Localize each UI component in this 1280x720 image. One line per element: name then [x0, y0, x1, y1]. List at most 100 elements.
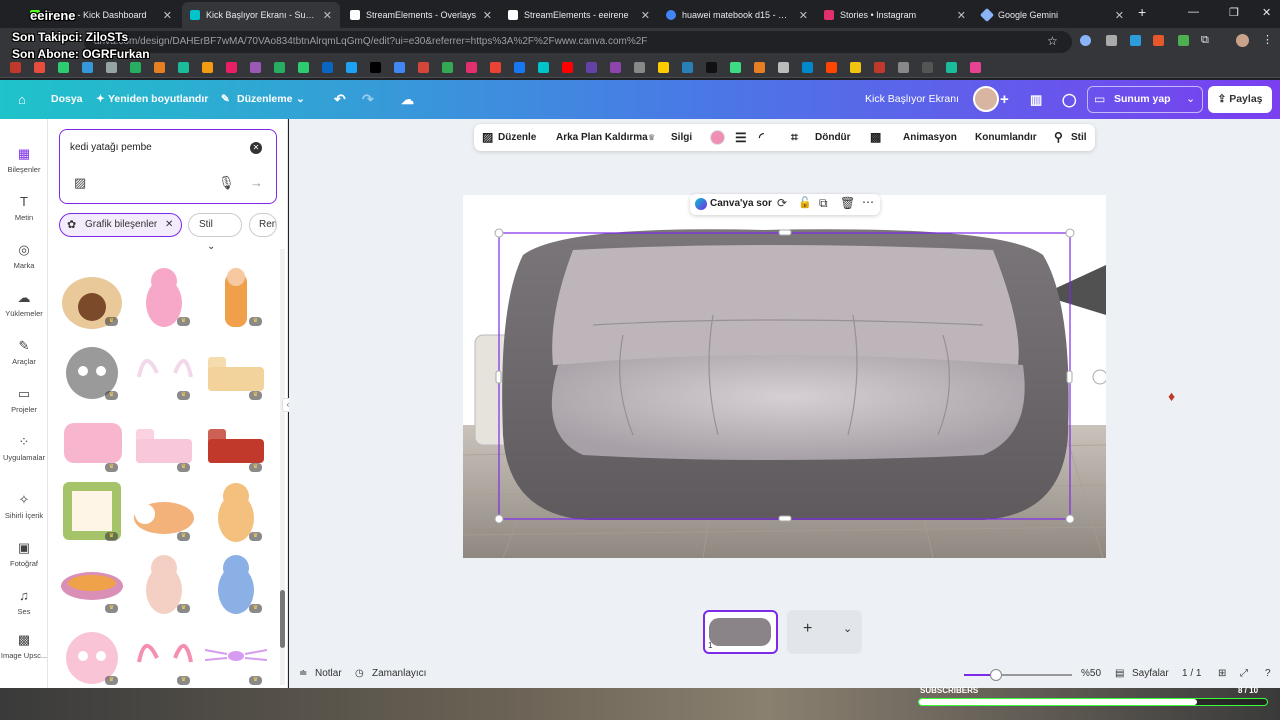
- duplicate-icon[interactable]: ⧉: [819, 196, 828, 211]
- avatar[interactable]: [973, 86, 999, 112]
- corner-rounding-icon[interactable]: ◜: [759, 124, 764, 151]
- cat-frame-thumbnail[interactable]: ♛: [59, 478, 125, 544]
- clear-search-icon[interactable]: ✕: [250, 142, 262, 154]
- bookmark-icon[interactable]: [754, 62, 765, 73]
- design-title[interactable]: Kick Başlıyor Ekranı: [865, 80, 959, 119]
- lock-icon[interactable]: 🔓: [798, 196, 812, 209]
- timer-button[interactable]: Zamanlayıcı: [372, 668, 426, 679]
- rail-item-photo[interactable]: ▣ Fotoğraf: [0, 541, 48, 569]
- bookmark-icon[interactable]: [514, 62, 525, 73]
- close-icon[interactable]: ✕: [957, 9, 966, 22]
- bookmark-icon[interactable]: [154, 62, 165, 73]
- color-swatch[interactable]: [710, 130, 725, 145]
- search-box[interactable]: kedi yatağı pembe ✕ ▨ 🎙 →: [59, 129, 277, 204]
- zoom-slider-handle[interactable]: [990, 669, 1003, 681]
- bookmark-icon[interactable]: [658, 62, 669, 73]
- zoom-percentage[interactable]: %50: [1081, 668, 1101, 679]
- ask-canva-button[interactable]: Canva'ya sor: [710, 198, 772, 209]
- bookmark-icon[interactable]: [466, 62, 477, 73]
- image-search-icon[interactable]: ▨: [74, 175, 86, 191]
- add-collaborator-icon[interactable]: +: [1000, 80, 1009, 119]
- extension-icon[interactable]: [1178, 35, 1189, 46]
- pink-cat-thumbnail[interactable]: ♛: [59, 622, 125, 688]
- home-icon[interactable]: ⌂: [18, 80, 26, 119]
- minimize-icon[interactable]: —: [1188, 6, 1199, 18]
- share-button[interactable]: ⇪ Paylaş: [1208, 86, 1272, 113]
- more-menu-icon[interactable]: ⋮: [1262, 33, 1273, 46]
- notes-button[interactable]: Notlar: [315, 668, 342, 679]
- design-canvas[interactable]: [463, 195, 1106, 558]
- position-button[interactable]: Konumlandır: [975, 124, 1037, 151]
- bookmark-icon[interactable]: [322, 62, 333, 73]
- redo-icon[interactable]: ↷: [362, 80, 374, 119]
- bookmark-icon[interactable]: [610, 62, 621, 73]
- search-input[interactable]: kedi yatağı pembe: [70, 142, 152, 153]
- bookmark-icon[interactable]: [778, 62, 789, 73]
- pages-button[interactable]: Sayfalar: [1132, 668, 1169, 679]
- rail-item-folder[interactable]: ▭ Projeler: [0, 387, 48, 415]
- bookmark-icon[interactable]: [442, 62, 453, 73]
- pajama-cat-thumbnail[interactable]: ♛: [203, 550, 269, 616]
- close-icon[interactable]: ✕: [799, 9, 808, 22]
- headphones-thumbnail[interactable]: ♛: [131, 622, 197, 688]
- chevron-down-icon[interactable]: ⌄: [1186, 92, 1195, 105]
- bookmark-icon[interactable]: [802, 62, 813, 73]
- bookmark-icon[interactable]: [850, 62, 861, 73]
- restore-icon[interactable]: ❐: [1229, 6, 1239, 19]
- bookmark-icon[interactable]: [10, 62, 21, 73]
- bookmark-icon[interactable]: [226, 62, 237, 73]
- bookmark-icon[interactable]: [394, 62, 405, 73]
- tab-streamelements-eeirene[interactable]: StreamElements - eeirene ✕: [500, 4, 658, 26]
- delete-icon[interactable]: 🗑: [840, 196, 855, 210]
- undo-icon[interactable]: ↶: [334, 80, 346, 119]
- color-filter-dropdown[interactable]: Renk: [249, 213, 277, 237]
- wooden-bed-thumbnail[interactable]: ♛: [203, 337, 269, 403]
- profile-avatar[interactable]: [1236, 34, 1249, 47]
- bookmark-icon[interactable]: [274, 62, 285, 73]
- style-button[interactable]: Stil: [1071, 124, 1087, 151]
- transparency-icon[interactable]: ▩: [870, 124, 881, 151]
- refresh-icon[interactable]: ⟳: [777, 196, 787, 210]
- style-filter-dropdown[interactable]: Stil ⌄: [188, 213, 242, 252]
- add-page-button[interactable]: + ⌄: [787, 610, 862, 654]
- address-bar[interactable]: anva.com/design/DAHErBF7wMA/70VAo834tbtn…: [84, 31, 1072, 53]
- remove-chip-icon[interactable]: ✕: [165, 214, 173, 236]
- present-button[interactable]: ▭ Sunum yap ⌄: [1087, 86, 1203, 113]
- rotate-button[interactable]: Döndür: [815, 124, 851, 151]
- pink-leopard-cat-thumbnail[interactable]: ♛: [131, 263, 197, 329]
- cat-hut-thumbnail[interactable]: ♛: [59, 263, 125, 329]
- bookmark-icon[interactable]: [490, 62, 501, 73]
- tab-instagram[interactable]: Stories • Instagram ✕: [816, 4, 974, 26]
- new-tab-button[interactable]: +: [1138, 4, 1146, 20]
- fullscreen-icon[interactable]: ⤢: [1240, 668, 1248, 679]
- bookmark-icon[interactable]: [346, 62, 357, 73]
- extension-icon[interactable]: [1106, 35, 1117, 46]
- bookmark-icon[interactable]: [130, 62, 141, 73]
- bookmark-icon[interactable]: [202, 62, 213, 73]
- bookmark-icon[interactable]: [538, 62, 549, 73]
- bookmark-icon[interactable]: [922, 62, 933, 73]
- close-icon[interactable]: ✕: [1115, 9, 1124, 22]
- rail-item-brand[interactable]: ◎ Marka: [0, 243, 48, 271]
- tab-canva-design[interactable]: Kick Başlıyor Ekranı - Sunum ✕: [182, 2, 340, 28]
- bookmark-icon[interactable]: [58, 62, 69, 73]
- bookmark-icon[interactable]: [298, 62, 309, 73]
- file-menu-button[interactable]: Dosya: [51, 80, 83, 119]
- rail-item-music[interactable]: ♫ Ses: [0, 589, 48, 617]
- background-remover-button[interactable]: Arka Plan Kaldırma: [556, 124, 648, 151]
- close-icon[interactable]: ✕: [323, 9, 332, 22]
- extension-icon[interactable]: [1153, 35, 1164, 46]
- filter-chip-graphics[interactable]: ✿ Grafik bileşenler ✕: [59, 213, 182, 237]
- extensions-puzzle-icon[interactable]: ⧉: [1201, 34, 1209, 47]
- bookmark-icon[interactable]: [874, 62, 885, 73]
- bookmark-icon[interactable]: [730, 62, 741, 73]
- bookmark-icon[interactable]: [178, 62, 189, 73]
- bookmark-icon[interactable]: [634, 62, 645, 73]
- rail-item-upload[interactable]: ☁ Yüklemeler: [0, 291, 48, 319]
- border-style-icon[interactable]: ☰: [735, 124, 747, 151]
- bookmark-icon[interactable]: [106, 62, 117, 73]
- edit-mode-button[interactable]: Düzenleme: [237, 80, 292, 119]
- bookmark-icon[interactable]: [250, 62, 261, 73]
- cloud-saved-icon[interactable]: ☁: [401, 80, 414, 119]
- page-thumbnail[interactable]: 1: [703, 610, 778, 654]
